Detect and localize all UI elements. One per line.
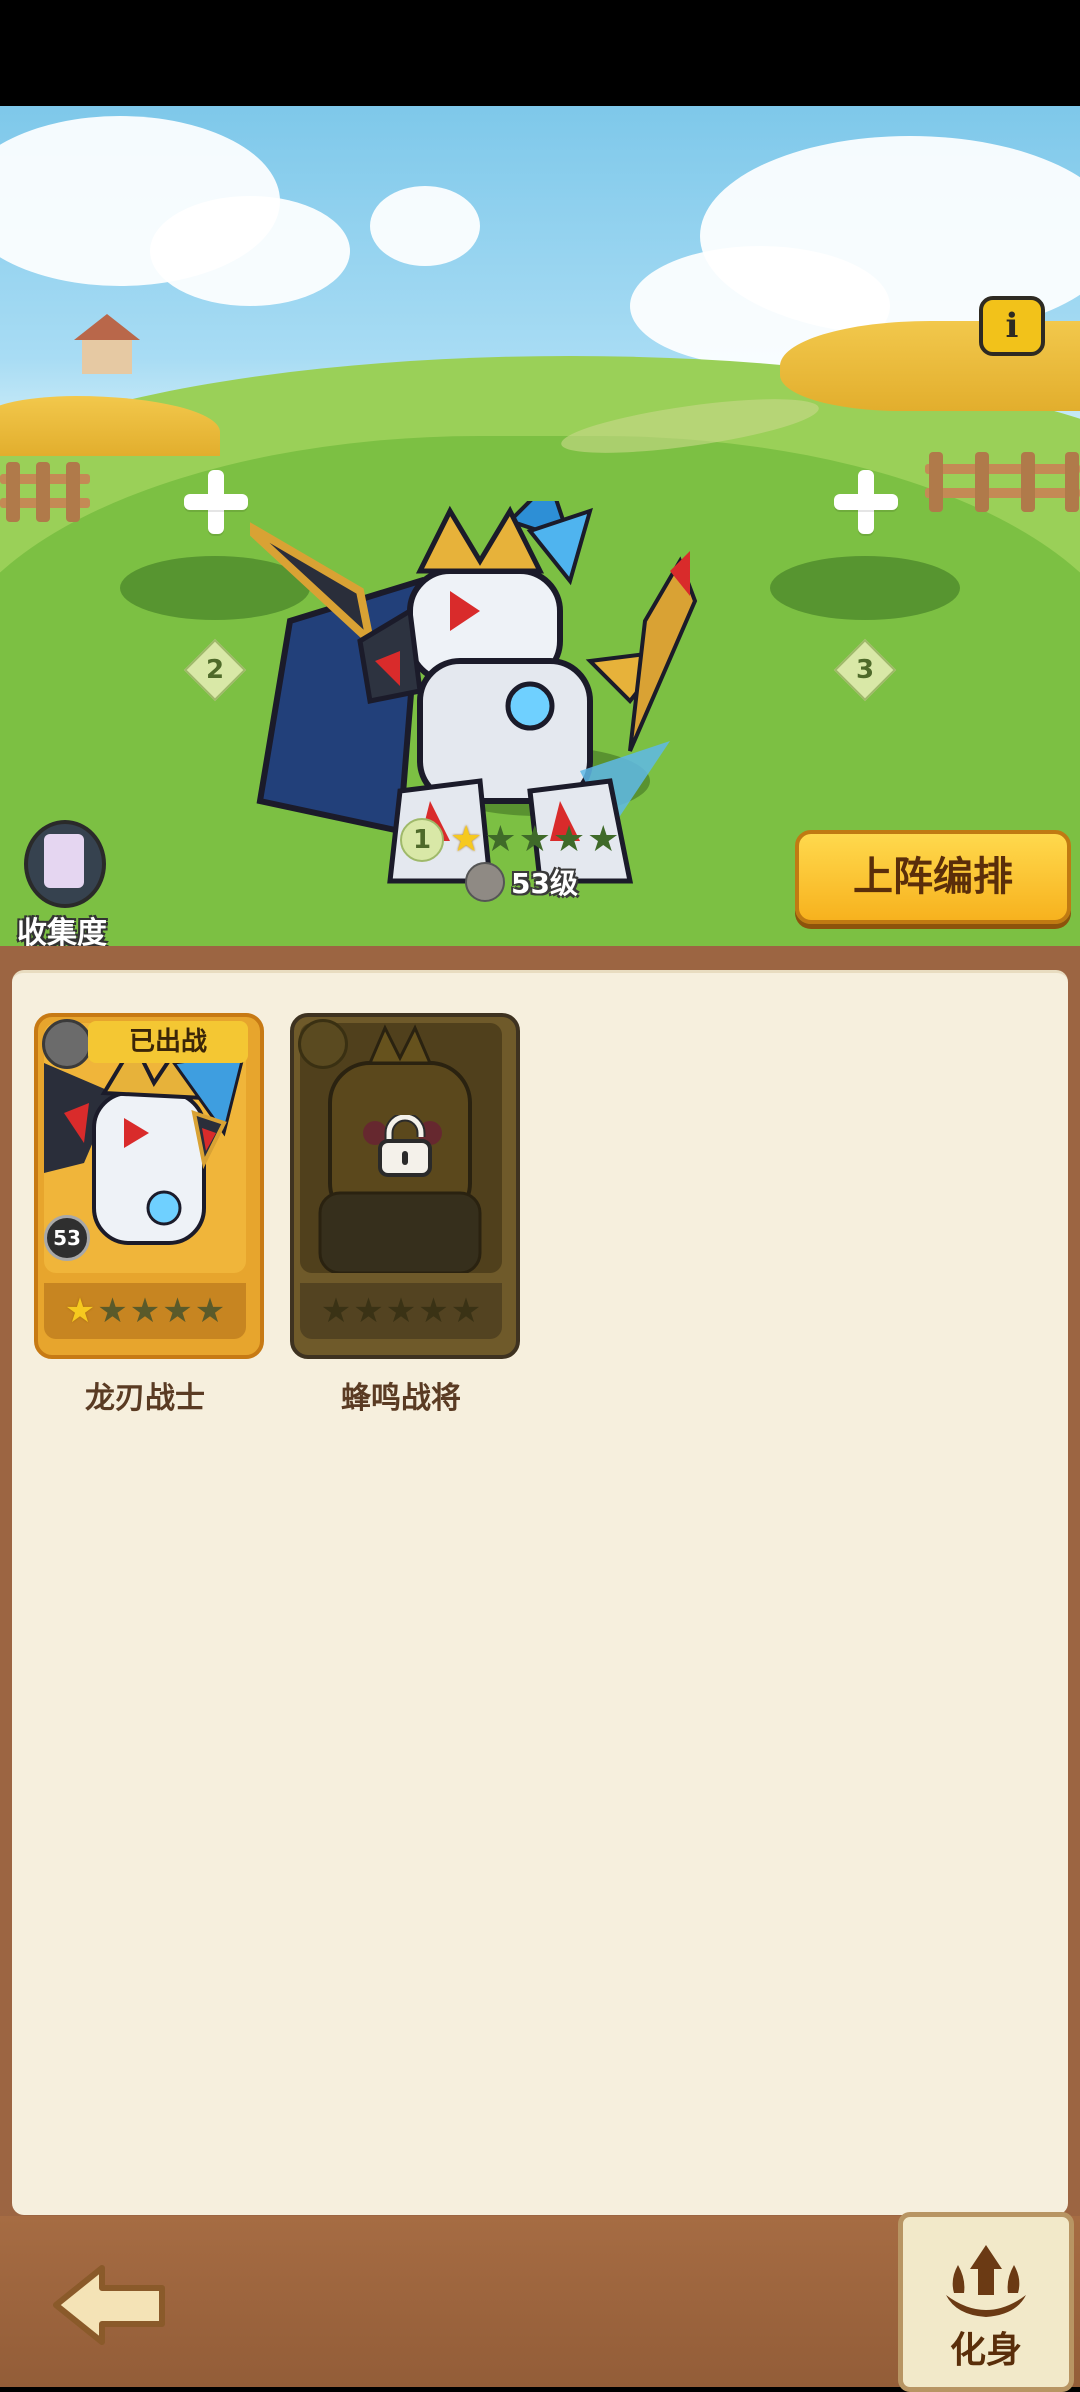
deployed-tag: 已出战 bbox=[88, 1021, 248, 1063]
hero-level: 53级 bbox=[465, 862, 578, 902]
lock-icon bbox=[378, 1115, 432, 1177]
star-empty-icon: ★ bbox=[97, 1291, 128, 1331]
add-hero-slot-2-button[interactable] bbox=[184, 470, 248, 534]
star-filled-icon: ★ bbox=[450, 819, 483, 860]
star-empty-icon: ★ bbox=[353, 1291, 384, 1331]
hero-card-buzz-general[interactable]: ★ ★ ★ ★ ★ 蜂鸣战将 bbox=[290, 1013, 520, 1416]
sword-level-icon bbox=[465, 862, 505, 902]
hero-star-rating: 1 ★ ★ ★ ★ ★ bbox=[400, 818, 619, 862]
collection-button[interactable]: 收集度 bbox=[14, 820, 110, 946]
collection-label: 收集度 bbox=[17, 916, 107, 946]
star-empty-icon: ★ bbox=[162, 1291, 193, 1331]
collection-book-icon bbox=[24, 820, 106, 908]
hero-star-count: 1 bbox=[400, 818, 444, 862]
card-hero-name: 龙刃战士 bbox=[85, 1381, 205, 1416]
lightning-class-icon bbox=[298, 1019, 348, 1069]
card-star-rating: ★ ★ ★ ★ ★ bbox=[300, 1283, 502, 1339]
status-bar bbox=[0, 0, 1080, 106]
avatar-transform-button[interactable]: 化身 bbox=[898, 2212, 1074, 2392]
hero-card-dragon-blade[interactable]: 已出战 53 ★ ★ ★ ★ ★ 龙刃战士 bbox=[34, 1013, 264, 1416]
star-empty-icon: ★ bbox=[450, 1291, 482, 1331]
card-star-rating: ★ ★ ★ ★ ★ bbox=[44, 1283, 246, 1339]
roster-panel: 已出战 53 ★ ★ ★ ★ ★ 龙刃战士 ★ ★ ★ ★ ★ 蜂鸣战将 bbox=[12, 970, 1068, 2215]
star-empty-icon: ★ bbox=[194, 1291, 226, 1331]
cloud bbox=[150, 196, 350, 306]
card-level-badge: 53 bbox=[44, 1215, 90, 1261]
fence bbox=[925, 452, 1080, 512]
card-hero-name: 蜂鸣战将 bbox=[341, 1381, 461, 1416]
star-empty-icon: ★ bbox=[418, 1291, 449, 1331]
star-empty-icon: ★ bbox=[320, 1291, 352, 1331]
farm-house bbox=[74, 314, 140, 374]
battle-scene: i 2 3 收集度 1 ★ ★ ★ ★ ★ 53级 上阵编排 bbox=[0, 106, 1080, 946]
star-empty-icon: ★ bbox=[552, 819, 586, 860]
info-button[interactable]: i bbox=[979, 296, 1045, 356]
star-empty-icon: ★ bbox=[385, 1291, 417, 1331]
slot-3-pad[interactable] bbox=[770, 556, 960, 620]
star-empty-icon: ★ bbox=[129, 1291, 161, 1331]
back-arrow-button[interactable] bbox=[50, 2262, 170, 2348]
fence bbox=[0, 462, 90, 522]
deploy-lineup-button[interactable]: 上阵编排 bbox=[795, 830, 1071, 924]
transform-flame-icon bbox=[946, 2245, 1026, 2317]
star-empty-icon: ★ bbox=[518, 819, 551, 860]
avatar-button-label: 化身 bbox=[949, 2330, 1022, 2371]
cloud bbox=[370, 186, 480, 266]
hero-level-text: 53级 bbox=[511, 867, 578, 900]
star-filled-icon: ★ bbox=[64, 1291, 96, 1331]
star-empty-icon: ★ bbox=[587, 819, 620, 860]
star-empty-icon: ★ bbox=[484, 819, 517, 860]
sword-class-icon bbox=[42, 1019, 92, 1069]
add-hero-slot-3-button[interactable] bbox=[834, 470, 898, 534]
